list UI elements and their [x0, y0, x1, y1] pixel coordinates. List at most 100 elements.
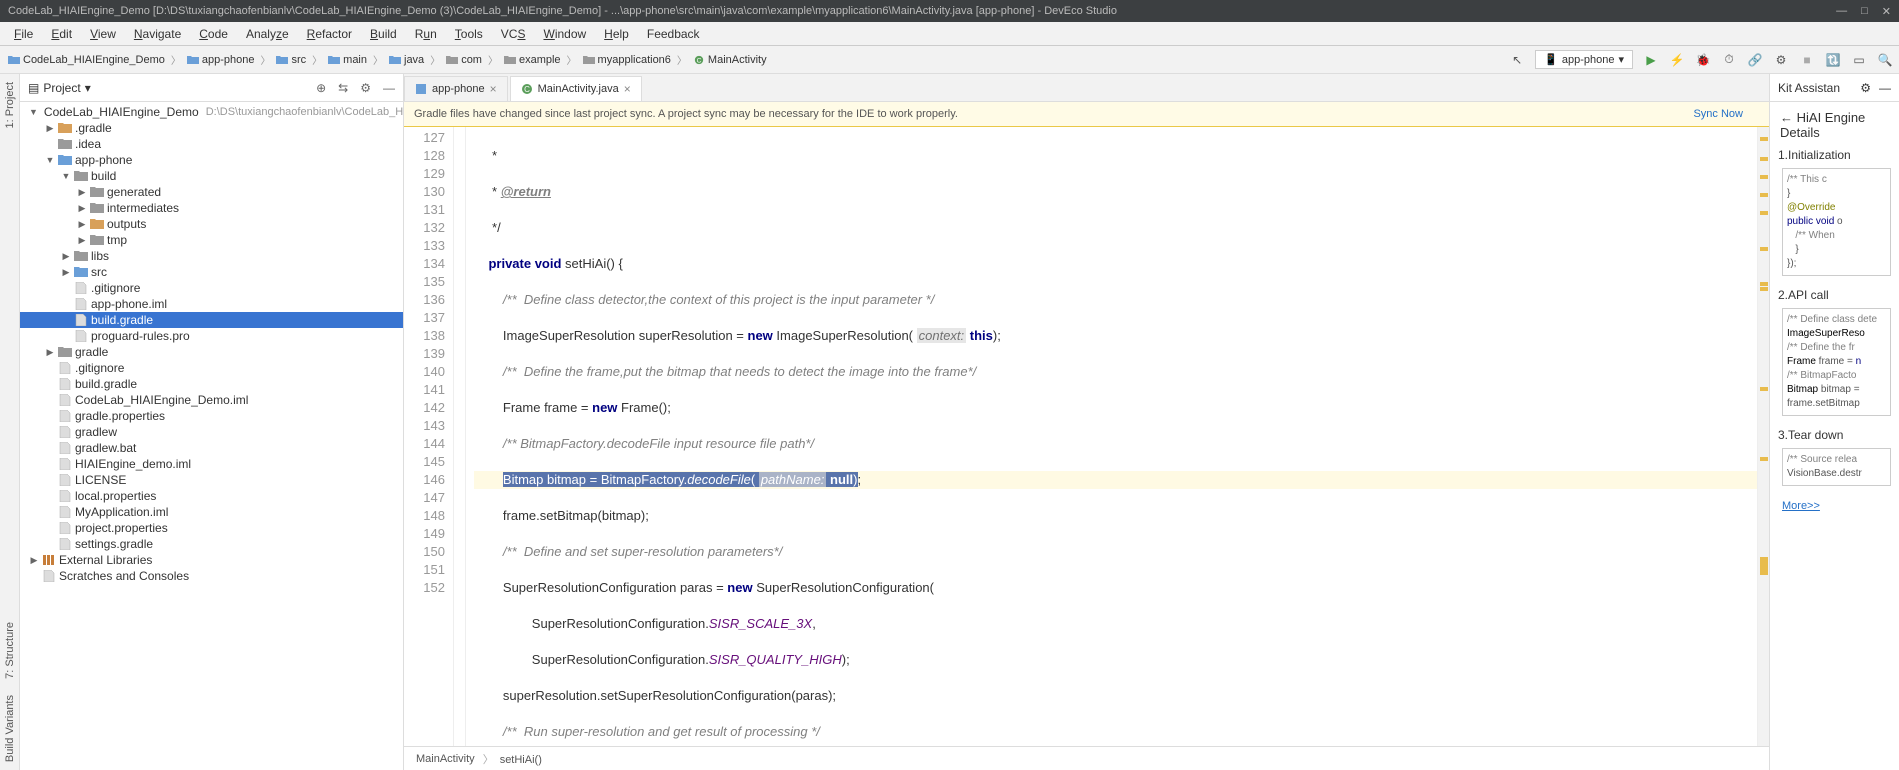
menu-run[interactable]: Run [407, 25, 445, 43]
module-selector[interactable]: 📱 app-phone ▾ [1535, 50, 1633, 69]
marker-bar[interactable] [1757, 127, 1769, 746]
breadcrumb-item[interactable]: main [326, 53, 369, 67]
sync-now-link[interactable]: Sync Now [1693, 108, 1743, 120]
collapse-icon[interactable]: ⇆ [338, 81, 348, 95]
menu-vcs[interactable]: VCS [493, 25, 534, 43]
menu-help[interactable]: Help [596, 25, 637, 43]
tree-item[interactable]: ▼CodeLab_HIAIEngine_DemoD:\DS\tuxiangcha… [20, 104, 403, 120]
tree-item[interactable]: ▶libs [20, 248, 403, 264]
tree-item[interactable]: ▶generated [20, 184, 403, 200]
tree-item[interactable]: ▼app-phone [20, 152, 403, 168]
hide-icon[interactable]: — [383, 81, 395, 95]
tree-arrow-icon[interactable]: ▶ [77, 219, 87, 230]
tree-item[interactable]: gradlew [20, 424, 403, 440]
tree-item[interactable]: proguard-rules.pro [20, 328, 403, 344]
menu-code[interactable]: Code [191, 25, 236, 43]
tree-item[interactable]: settings.gradle [20, 536, 403, 552]
tree-item[interactable]: ▶External Libraries [20, 552, 403, 568]
tree-arrow-icon[interactable]: ▼ [29, 107, 38, 117]
menu-tools[interactable]: Tools [447, 25, 491, 43]
menu-build[interactable]: Build [362, 25, 405, 43]
tree-item[interactable]: project.properties [20, 520, 403, 536]
menu-analyze[interactable]: Analyze [238, 25, 297, 43]
side-tab-build-variants[interactable]: Build Variants [2, 687, 18, 770]
lightning-icon[interactable]: ⚡ [1669, 52, 1685, 68]
tree-arrow-icon[interactable]: ▶ [77, 187, 87, 198]
menu-feedback[interactable]: Feedback [639, 25, 708, 43]
gear-icon[interactable]: ⚙ [360, 81, 371, 95]
gear-icon[interactable]: ⚙ [1860, 81, 1871, 95]
tree-arrow-icon[interactable]: ▼ [61, 171, 71, 181]
editor-tab[interactable]: app-phone× [404, 76, 508, 101]
tree-item[interactable]: build.gradle [20, 376, 403, 392]
menu-refactor[interactable]: Refactor [299, 25, 360, 43]
tree-item[interactable]: ▶gradle [20, 344, 403, 360]
tree-item[interactable]: CodeLab_HIAIEngine_Demo.iml [20, 392, 403, 408]
tree-arrow-icon[interactable]: ▶ [45, 347, 55, 358]
project-view-selector[interactable]: ▤ Project ▾ [28, 81, 308, 95]
settings-icon[interactable]: ⚙ [1773, 52, 1789, 68]
maximize-button[interactable]: □ [1861, 5, 1868, 18]
menu-edit[interactable]: Edit [43, 25, 80, 43]
tree-item[interactable]: ▶.gradle [20, 120, 403, 136]
tree-item[interactable]: build.gradle [20, 312, 403, 328]
breadcrumb-item[interactable]: app-phone [185, 53, 257, 67]
project-tree[interactable]: ▼CodeLab_HIAIEngine_DemoD:\DS\tuxiangcha… [20, 102, 403, 770]
tree-arrow-icon[interactable]: ▶ [77, 203, 87, 214]
code-content[interactable]: * * @return */ private void setHiAi() { … [466, 127, 1757, 746]
attach-icon[interactable]: 🔗 [1747, 52, 1763, 68]
tree-item[interactable]: ▶outputs [20, 216, 403, 232]
tree-item[interactable]: MyApplication.iml [20, 504, 403, 520]
minimize-button[interactable]: — [1836, 5, 1847, 18]
tree-arrow-icon[interactable]: ▼ [45, 155, 55, 165]
close-icon[interactable]: × [624, 82, 631, 96]
menu-file[interactable]: File [6, 25, 41, 43]
tree-item[interactable]: ▶intermediates [20, 200, 403, 216]
breadcrumb-item[interactable]: CodeLab_HIAIEngine_Demo [6, 53, 167, 67]
back-icon[interactable]: ↖ [1509, 52, 1525, 68]
tree-item[interactable]: local.properties [20, 488, 403, 504]
editor-tab[interactable]: CMainActivity.java× [510, 76, 642, 101]
tree-arrow-icon[interactable]: ▶ [29, 555, 39, 566]
hide-icon[interactable]: — [1879, 81, 1891, 95]
tree-item[interactable]: ▶src [20, 264, 403, 280]
breadcrumb-item[interactable]: java [387, 53, 426, 67]
close-button[interactable]: ✕ [1882, 5, 1891, 18]
tree-item[interactable]: HIAIEngine_demo.iml [20, 456, 403, 472]
tree-item[interactable]: app-phone.iml [20, 296, 403, 312]
vcs-icon[interactable]: 🔃 [1825, 52, 1841, 68]
tree-item[interactable]: LICENSE [20, 472, 403, 488]
tree-item[interactable]: .gitignore [20, 280, 403, 296]
footer-crumb-method[interactable]: setHiAi() [483, 751, 542, 767]
tree-item[interactable]: ▶tmp [20, 232, 403, 248]
menu-view[interactable]: View [82, 25, 124, 43]
tree-item[interactable]: gradlew.bat [20, 440, 403, 456]
tree-item[interactable]: ▼build [20, 168, 403, 184]
tree-arrow-icon[interactable]: ▶ [77, 235, 87, 246]
run-icon[interactable]: ▶ [1643, 52, 1659, 68]
close-icon[interactable]: × [490, 82, 497, 96]
tree-item[interactable]: Scratches and Consoles [20, 568, 403, 584]
breadcrumb-item[interactable]: com [444, 53, 484, 67]
side-tab-project[interactable]: 1: Project [2, 74, 18, 136]
tree-item[interactable]: .idea [20, 136, 403, 152]
structure-icon[interactable]: ▭ [1851, 52, 1867, 68]
more-link[interactable]: More>> [1774, 494, 1895, 518]
breadcrumb-item[interactable]: example [502, 53, 563, 67]
menu-window[interactable]: Window [535, 25, 594, 43]
fold-gutter[interactable] [454, 127, 466, 746]
footer-crumb-class[interactable]: MainActivity [416, 753, 475, 765]
tree-arrow-icon[interactable]: ▶ [61, 251, 71, 262]
tree-arrow-icon[interactable]: ▶ [61, 267, 71, 278]
breadcrumb-item[interactable]: src [274, 53, 308, 67]
tree-item[interactable]: gradle.properties [20, 408, 403, 424]
tree-item[interactable]: .gitignore [20, 360, 403, 376]
code-editor[interactable]: 1271281291301311321331341351361371381391… [404, 127, 1769, 746]
breadcrumb-item[interactable]: myapplication6 [581, 53, 673, 67]
target-icon[interactable]: ⊕ [316, 81, 326, 95]
breadcrumb-item[interactable]: CMainActivity [691, 53, 769, 67]
tree-arrow-icon[interactable]: ▶ [45, 123, 55, 134]
search-icon[interactable]: 🔍 [1877, 52, 1893, 68]
side-tab-structure[interactable]: 7: Structure [2, 614, 18, 687]
debug-icon[interactable]: 🐞 [1695, 52, 1711, 68]
